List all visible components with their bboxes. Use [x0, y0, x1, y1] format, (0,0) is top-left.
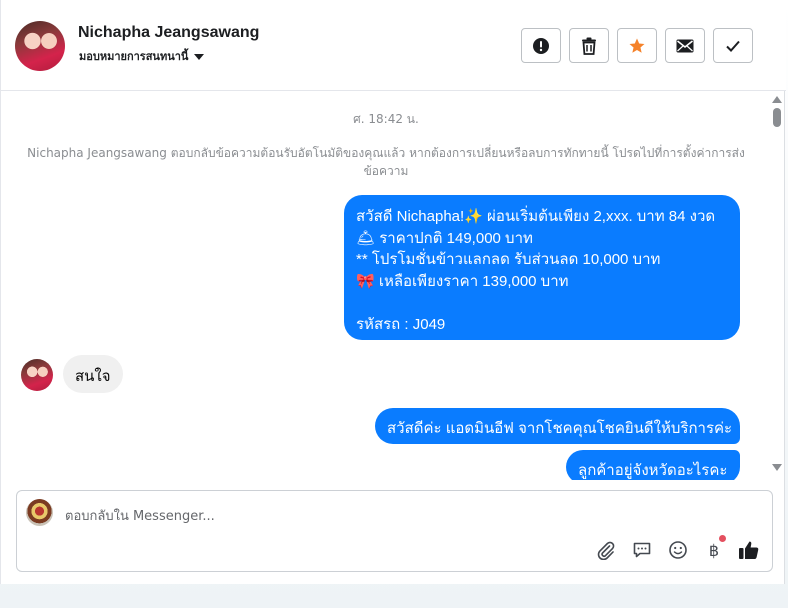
message-line: สวัสดี Nichapha!✨ ผ่อนเริ่มต้นเพียง 2,xx…: [356, 208, 716, 225]
chevron-down-icon: [194, 53, 205, 60]
message-timestamp: ศ. 18:42 น.: [353, 112, 419, 126]
like-button[interactable]: [738, 539, 760, 561]
scrollbar-thumb[interactable]: [773, 108, 781, 127]
page-avatar: [26, 499, 53, 526]
message-line: [356, 290, 728, 312]
message-thread[interactable]: ศ. 18:42 น. Nichapha Jeangsawang ตอบกลับ…: [1, 92, 786, 480]
sender-avatar[interactable]: [21, 359, 53, 391]
conversation-header: Nichapha Jeangsawang มอบหมายการสนทนานี้: [1, 0, 786, 91]
alert-icon: [533, 37, 549, 54]
emoji-icon: [669, 541, 687, 559]
scroll-up-arrow[interactable]: [772, 96, 782, 103]
message-composer: ฿: [16, 490, 773, 572]
attachment-button[interactable]: [595, 539, 617, 561]
notification-dot: [719, 535, 726, 542]
reply-input[interactable]: [65, 507, 745, 525]
outgoing-message[interactable]: ลูกค้าอยู่จังหวัดอะไรคะ: [566, 450, 740, 480]
contact-name[interactable]: Nichapha Jeangsawang: [78, 24, 259, 42]
thumbs-up-icon: [739, 541, 759, 559]
star-button[interactable]: [617, 28, 657, 63]
saved-reply-icon: [633, 542, 651, 558]
mark-spam-button[interactable]: [521, 28, 561, 63]
mark-done-button[interactable]: [713, 28, 753, 63]
checkmark-icon: [726, 40, 740, 52]
delete-button[interactable]: [569, 28, 609, 63]
outgoing-message[interactable]: สวัสดีค่ะ แอดมินอีฟ จากโชคคุณโชคยินดีให้…: [375, 408, 740, 444]
system-message: Nichapha Jeangsawang ตอบกลับข้อความต้อนร…: [27, 146, 745, 178]
message-line: รหัสรถ : J049: [356, 315, 446, 333]
envelope-icon: [676, 39, 694, 52]
trash-icon: [582, 37, 596, 55]
messenger-panel: Nichapha Jeangsawang มอบหมายการสนทนานี้: [0, 0, 786, 584]
payment-button[interactable]: ฿: [703, 535, 726, 561]
message-line: 🛎 ราคาปกติ 149,000 บาท: [356, 229, 533, 247]
message-line: ** โปรโมชั่นข้าวแลกลด รับส่วนลด 10,000 บ…: [356, 251, 661, 268]
scroll-down-arrow[interactable]: [772, 464, 782, 471]
assign-conversation-dropdown[interactable]: มอบหมายการสนทนานี้: [79, 47, 205, 65]
star-icon: [629, 38, 645, 53]
message-line: 🎀 เหลือเพียงราคา 139,000 บาท: [356, 272, 569, 290]
payment-icon: ฿: [708, 540, 720, 560]
incoming-message[interactable]: สนใจ: [63, 355, 123, 393]
saved-replies-button[interactable]: [631, 539, 653, 561]
assign-label: มอบหมายการสนทนานี้: [79, 50, 189, 63]
outgoing-message[interactable]: สวัสดี Nichapha!✨ ผ่อนเริ่มต้นเพียง 2,xx…: [344, 195, 740, 340]
avatar[interactable]: [15, 21, 65, 71]
emoji-button[interactable]: [667, 539, 689, 561]
attachment-icon: [597, 541, 615, 560]
mark-unread-button[interactable]: [665, 28, 705, 63]
